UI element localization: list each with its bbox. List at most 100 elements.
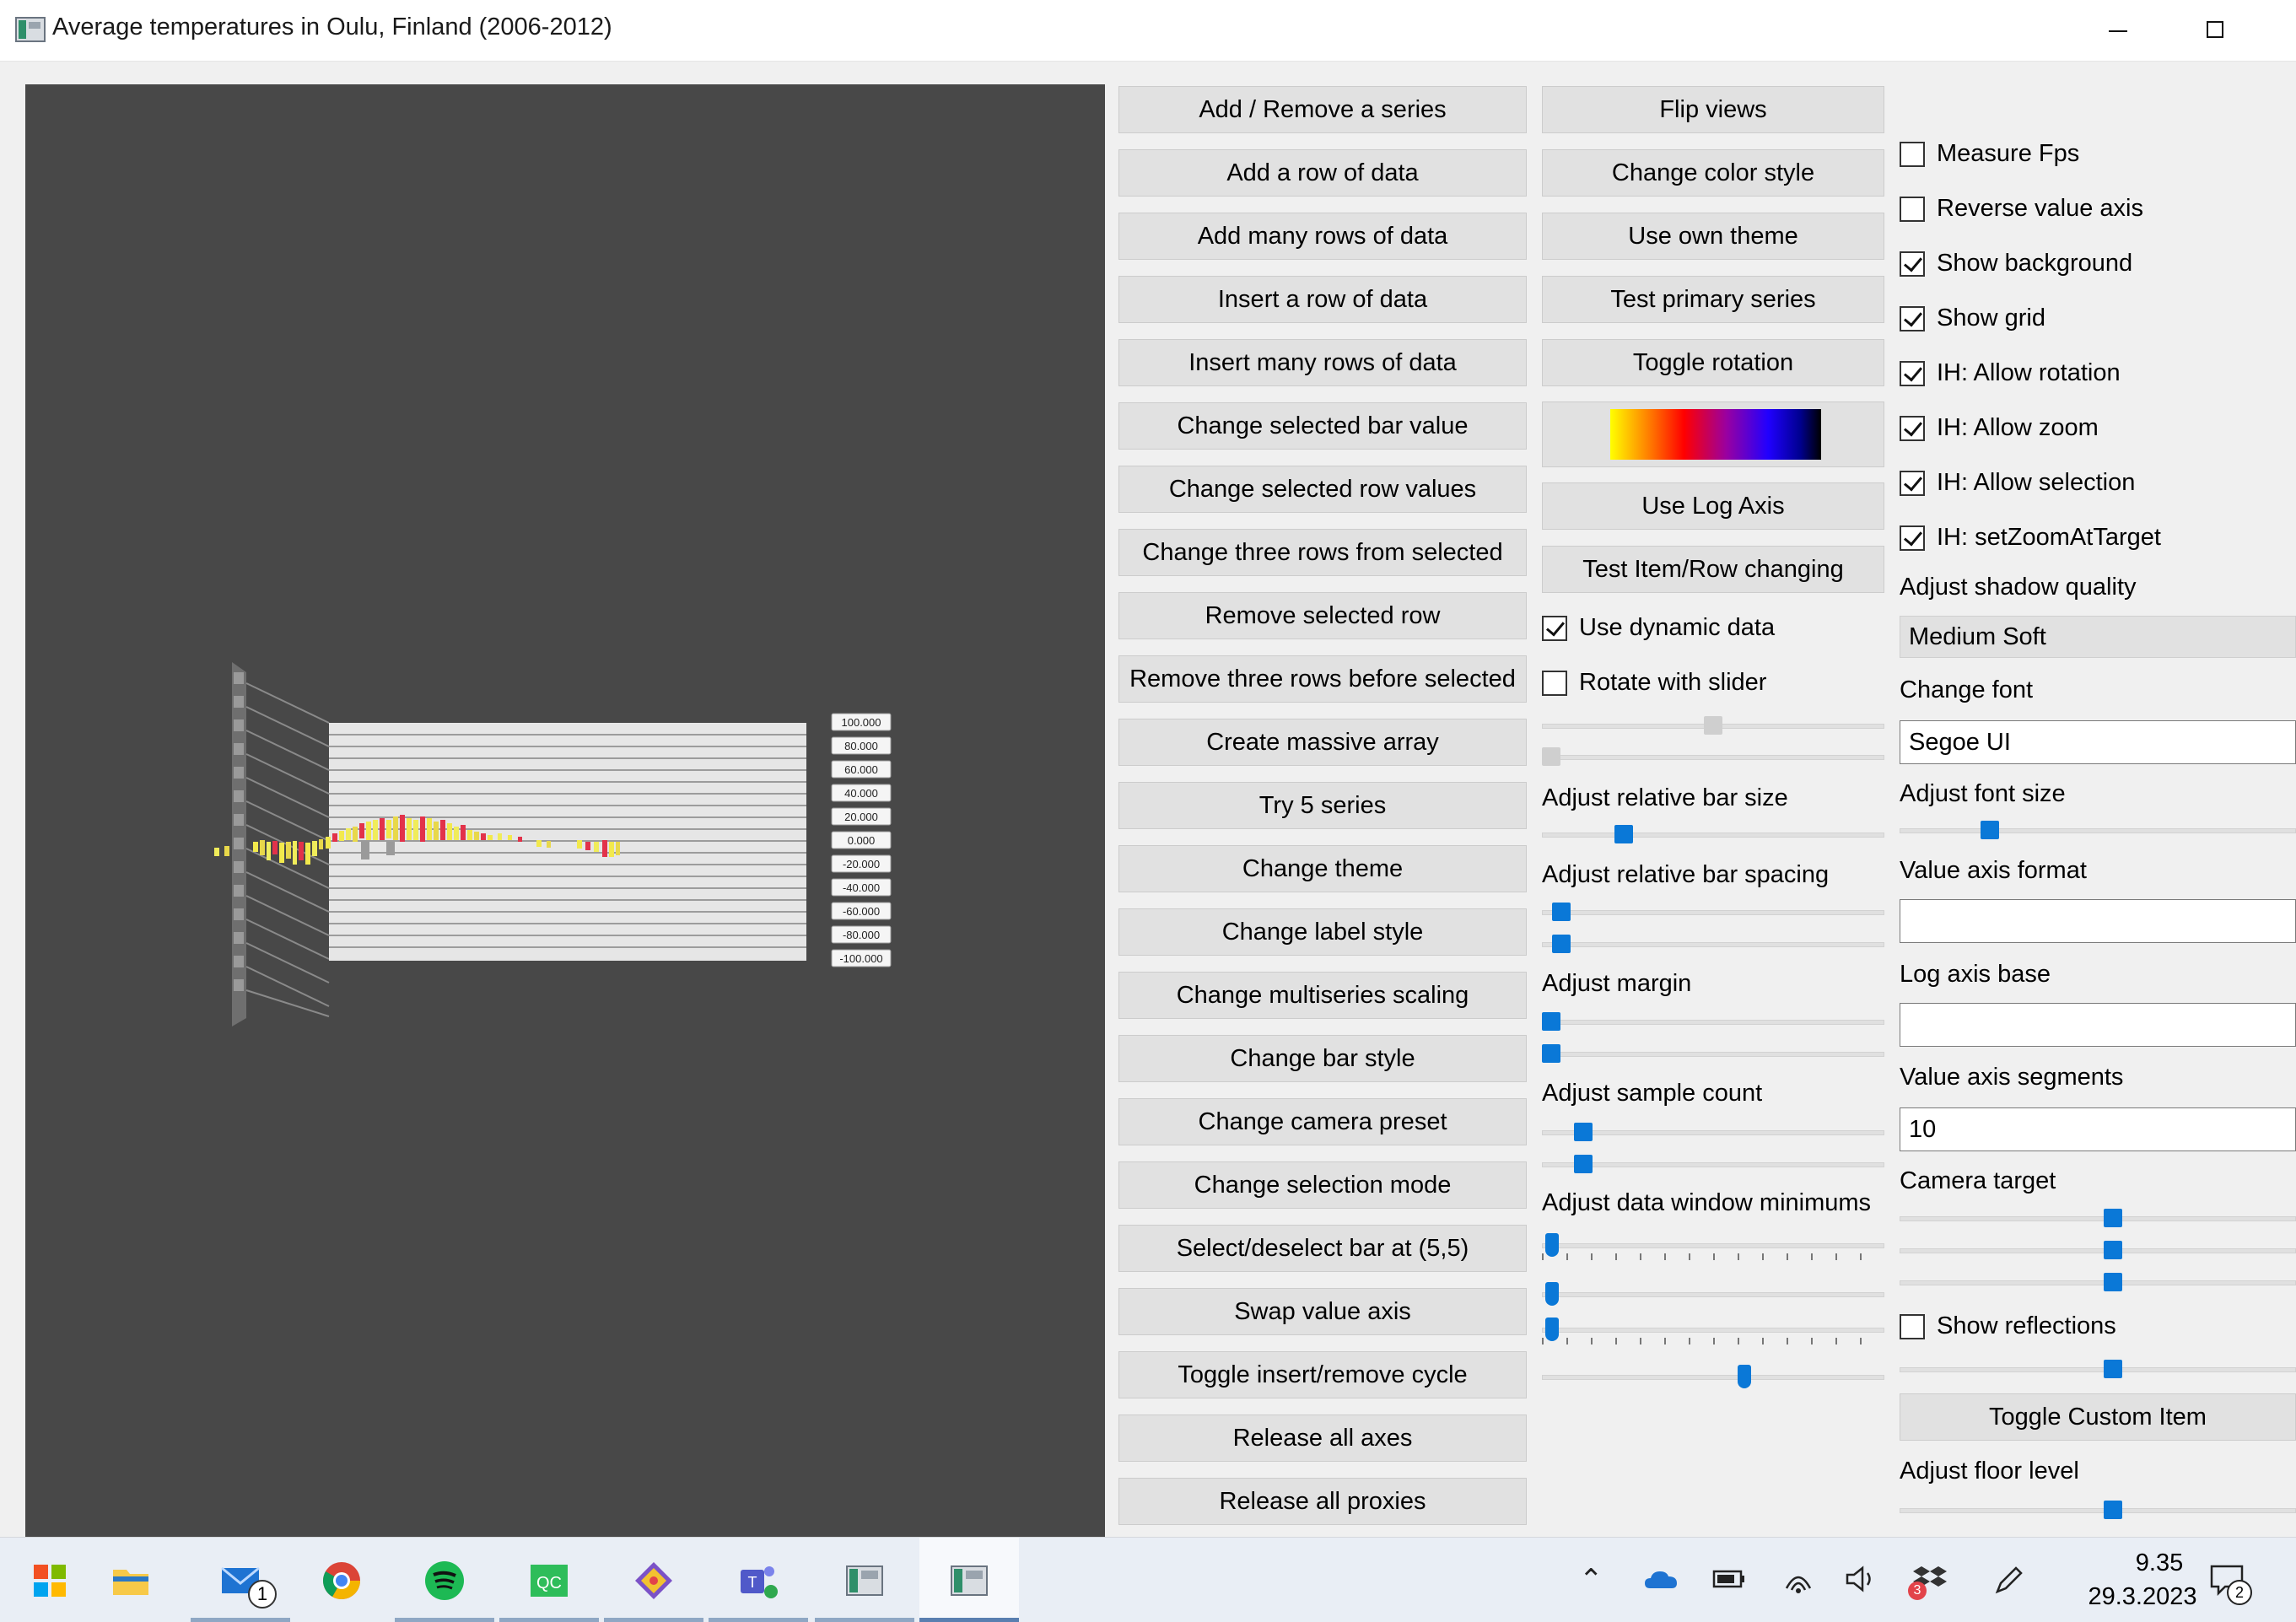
add-many-rows-button[interactable]: Add many rows of data [1118, 213, 1527, 260]
toggle-insert-remove-cycle-button[interactable]: Toggle insert/remove cycle [1118, 1351, 1527, 1398]
value-axis-segments-input[interactable]: 10 [1900, 1107, 2296, 1151]
mail-taskbar-item[interactable]: 1 [191, 1538, 290, 1622]
sample-count-slider-1[interactable] [1542, 1120, 1884, 1144]
teams-icon: T [741, 1566, 778, 1598]
toggle-custom-item-button[interactable]: Toggle Custom Item [1900, 1393, 2296, 1441]
change-three-rows-button[interactable]: Change three rows from selected [1118, 529, 1527, 576]
allow-selection-checkbox[interactable]: IH: Allow selection [1900, 469, 2135, 497]
flip-views-button[interactable]: Flip views [1542, 86, 1884, 133]
use-dynamic-data-checkbox[interactable]: Use dynamic data [1542, 614, 1775, 642]
change-selected-bar-value-button[interactable]: Change selected bar value [1118, 402, 1527, 450]
allow-rotation-checkbox[interactable]: IH: Allow rotation [1900, 359, 2121, 387]
show-grid-checkbox[interactable]: Show grid [1900, 304, 2045, 332]
camera-target-x-slider[interactable] [1900, 1206, 2296, 1230]
adjust-font-size-label: Adjust font size [1900, 780, 2066, 807]
release-all-axes-button[interactable]: Release all axes [1118, 1415, 1527, 1462]
margin-slider-1[interactable] [1542, 1010, 1884, 1033]
shadow-quality-select[interactable]: Medium Soft [1900, 616, 2296, 658]
data-window-min-slider-3[interactable] [1542, 1318, 1884, 1344]
value-axis-format-input[interactable] [1900, 899, 2296, 943]
axis-label-6: -20.000 [831, 854, 892, 873]
file-explorer-taskbar-item[interactable] [81, 1538, 181, 1622]
bar-spacing-x-slider[interactable] [1542, 900, 1884, 924]
gradient-color-button[interactable] [1542, 401, 1884, 467]
camera-target-label: Camera target [1900, 1167, 2056, 1194]
margin-slider-2[interactable] [1542, 1042, 1884, 1065]
data-window-min-slider-4[interactable] [1542, 1365, 1884, 1388]
change-multiseries-scaling-button[interactable]: Change multiseries scaling [1118, 972, 1527, 1019]
rotate-with-slider-checkbox[interactable]: Rotate with slider [1542, 669, 1766, 697]
create-massive-array-button[interactable]: Create massive array [1118, 719, 1527, 766]
insert-many-rows-button[interactable]: Insert many rows of data [1118, 339, 1527, 386]
camera-target-y-slider[interactable] [1900, 1238, 2296, 1262]
adjust-relative-bar-size-label: Adjust relative bar size [1542, 784, 1788, 811]
data-window-min-slider-1[interactable] [1542, 1233, 1884, 1260]
relative-bar-size-slider[interactable] [1542, 822, 1884, 846]
use-log-axis-button[interactable]: Use Log Axis [1542, 482, 1884, 530]
show-reflections-checkbox[interactable]: Show reflections [1900, 1312, 2116, 1340]
pen-icon[interactable] [1992, 1563, 2026, 1597]
show-background-checkbox[interactable]: Show background [1900, 250, 2132, 278]
remove-three-rows-button[interactable]: Remove three rows before selected [1118, 655, 1527, 703]
spotify-taskbar-item[interactable] [395, 1538, 494, 1622]
bar-spacing-z-slider[interactable] [1542, 932, 1884, 956]
graph-3d-viewport[interactable]: 100.000 80.000 60.000 40.000 20.000 0.00… [25, 84, 1105, 1537]
swap-value-axis-button[interactable]: Swap value axis [1118, 1288, 1527, 1335]
change-color-style-button[interactable]: Change color style [1542, 149, 1884, 197]
insert-row-button[interactable]: Insert a row of data [1118, 276, 1527, 323]
graph-app-taskbar-item[interactable] [815, 1538, 914, 1622]
reflectivity-slider[interactable] [1900, 1357, 2296, 1381]
start-icon [34, 1565, 66, 1597]
battery-icon[interactable] [1712, 1565, 1746, 1593]
test-primary-series-button[interactable]: Test primary series [1542, 276, 1884, 323]
select-bar-button[interactable]: Select/deselect bar at (5,5) [1118, 1225, 1527, 1272]
chevron-up-icon[interactable]: ⌃ [1579, 1563, 1603, 1597]
measure-fps-checkbox[interactable]: Measure Fps [1900, 140, 2079, 168]
gradient-swatch [1610, 409, 1821, 460]
change-bar-style-button[interactable]: Change bar style [1118, 1035, 1527, 1082]
change-selected-row-values-button[interactable]: Change selected row values [1118, 466, 1527, 513]
svg-text:-40.000: -40.000 [843, 881, 880, 894]
wifi-icon[interactable] [1781, 1563, 1815, 1595]
change-label-style-button[interactable]: Change label style [1118, 908, 1527, 956]
volume-icon[interactable] [1844, 1565, 1878, 1593]
change-selection-mode-button[interactable]: Change selection mode [1118, 1161, 1527, 1209]
rotation-y-slider[interactable] [1542, 745, 1884, 768]
allow-zoom-checkbox[interactable]: IH: Allow zoom [1900, 414, 2099, 442]
add-row-button[interactable]: Add a row of data [1118, 149, 1527, 197]
maximize-button[interactable] [2164, 0, 2266, 61]
camera-target-z-slider[interactable] [1900, 1270, 2296, 1294]
test-item-row-changing-button[interactable]: Test Item/Row changing [1542, 546, 1884, 593]
rotation-x-slider[interactable] [1542, 714, 1884, 737]
checkbox-checked-icon [1900, 360, 1925, 386]
qtcreator-taskbar-item[interactable]: QC [499, 1538, 599, 1622]
use-dynamic-data-label: Use dynamic data [1579, 614, 1776, 641]
add-remove-series-button[interactable]: Add / Remove a series [1118, 86, 1527, 133]
floor-level-slider[interactable] [1900, 1498, 2296, 1522]
font-combo[interactable]: Segoe UI [1900, 720, 2296, 764]
data-window-min-slider-2[interactable] [1542, 1282, 1884, 1306]
git-taskbar-item[interactable] [604, 1538, 703, 1622]
log-axis-base-input[interactable] [1900, 1003, 2296, 1047]
release-all-proxies-button[interactable]: Release all proxies [1118, 1478, 1527, 1525]
graph-app-active-taskbar-item[interactable] [919, 1538, 1019, 1622]
teams-taskbar-item[interactable]: T [709, 1538, 808, 1622]
reverse-value-axis-checkbox[interactable]: Reverse value axis [1900, 195, 2143, 223]
clock-time[interactable]: 9.35 [2092, 1549, 2227, 1577]
set-zoom-at-target-checkbox[interactable]: IH: setZoomAtTarget [1900, 524, 2161, 552]
sample-count-slider-2[interactable] [1542, 1152, 1884, 1176]
minimize-button[interactable] [2065, 0, 2166, 61]
clock-date[interactable]: 29.3.2023 [2058, 1583, 2227, 1611]
show-grid-label: Show grid [1937, 304, 2045, 331]
chrome-taskbar-item[interactable] [292, 1538, 391, 1622]
reverse-value-axis-label: Reverse value axis [1937, 195, 2143, 222]
use-own-theme-button[interactable]: Use own theme [1542, 213, 1884, 260]
change-camera-preset-button[interactable]: Change camera preset [1118, 1098, 1527, 1145]
font-size-slider[interactable] [1900, 818, 2296, 842]
remove-selected-row-button[interactable]: Remove selected row [1118, 592, 1527, 639]
onedrive-icon[interactable] [1643, 1566, 1680, 1592]
change-theme-button[interactable]: Change theme [1118, 845, 1527, 892]
bar-graph-3d[interactable]: 100.000 80.000 60.000 40.000 20.000 0.00… [25, 84, 1105, 1537]
try-5-series-button[interactable]: Try 5 series [1118, 782, 1527, 829]
toggle-rotation-button[interactable]: Toggle rotation [1542, 339, 1884, 386]
